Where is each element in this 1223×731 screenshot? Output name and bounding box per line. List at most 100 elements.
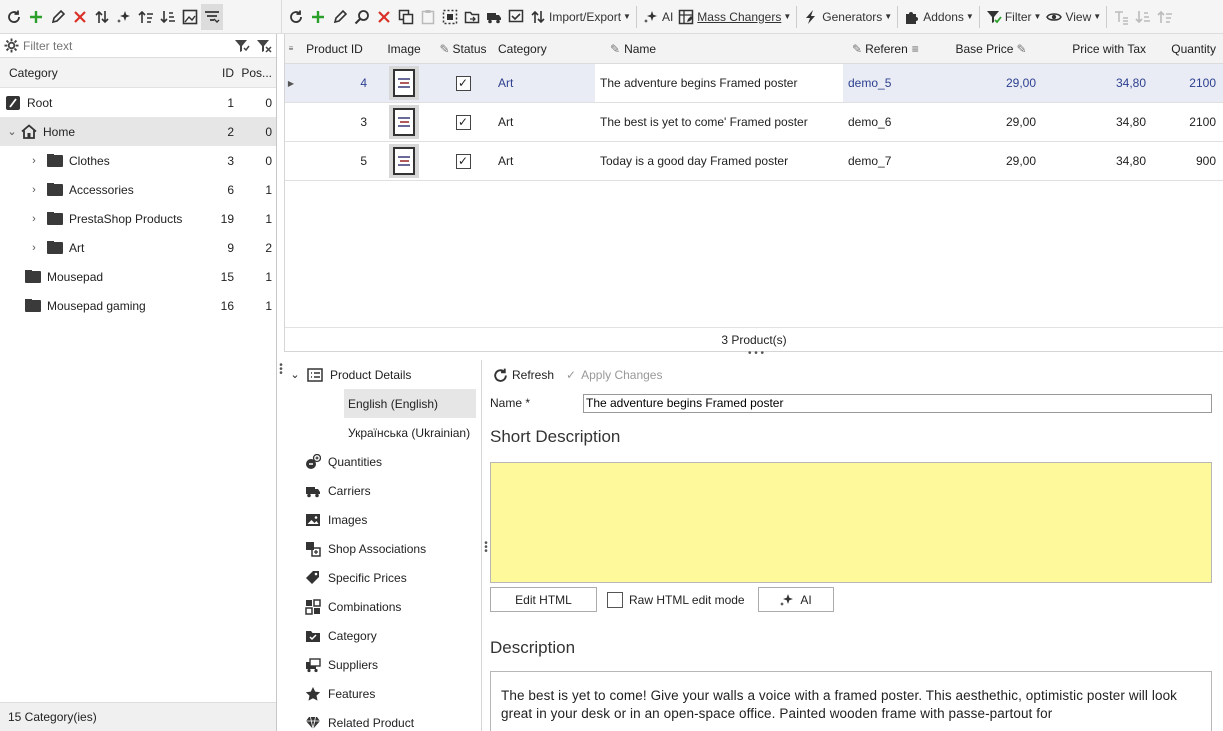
price-with-tax-column-header[interactable]: Price with Tax — [1041, 42, 1151, 56]
name-column-header[interactable]: ✎ Name — [595, 42, 843, 56]
product-category[interactable]: Art — [493, 76, 595, 90]
nav-shop-associations[interactable]: Shop Associations — [284, 534, 481, 563]
product-category[interactable]: Art — [493, 154, 595, 168]
filter-button[interactable]: Filter ▼ — [983, 4, 1044, 30]
filter-apply-icon[interactable] — [234, 39, 250, 53]
grid-refresh-button[interactable] — [285, 4, 307, 30]
move-down-disabled-button[interactable] — [1132, 4, 1154, 30]
category-row-mousepad[interactable]: Mousepad 15 1 — [0, 262, 276, 291]
ai-generate-button[interactable]: AI — [757, 587, 834, 612]
product-thumbnail[interactable] — [375, 105, 433, 139]
product-name-input[interactable] — [583, 393, 1212, 413]
nav-language-ukrainian[interactable]: Українська (Ukrainian) — [284, 418, 481, 447]
product-base-price[interactable]: 29,00 — [941, 115, 1041, 129]
status-column-header[interactable]: ✎ Status — [433, 42, 493, 56]
nav-language-english[interactable]: English (English) — [344, 389, 476, 418]
product-name[interactable]: Today is a good day Framed poster — [595, 154, 843, 168]
category-row-accessories[interactable]: › Accessories 6 1 — [0, 175, 276, 204]
filter-list-button[interactable] — [201, 3, 223, 30]
ai-menu-button[interactable]: AI — [640, 4, 675, 30]
product-base-price[interactable]: 29,00 — [941, 76, 1041, 90]
delete-button[interactable] — [69, 4, 91, 30]
grid-search-button[interactable] — [351, 4, 373, 30]
check-button[interactable] — [505, 4, 527, 30]
ai-button[interactable] — [113, 4, 135, 30]
nav-features[interactable]: Features — [284, 679, 481, 708]
nav-related-product[interactable]: Related Product — [284, 708, 481, 731]
product-thumbnail[interactable] — [375, 66, 433, 100]
category-row-root[interactable]: Root 1 0 — [0, 88, 276, 117]
product-row[interactable]: 3 ✓ Art The best is yet to come' Framed … — [285, 103, 1223, 142]
chevron-right-icon[interactable]: › — [27, 213, 41, 225]
nav-images[interactable]: Images — [284, 505, 481, 534]
shipping-button[interactable] — [483, 4, 505, 30]
select-button[interactable] — [439, 4, 461, 30]
chevron-down-icon[interactable]: ⌄ — [288, 368, 302, 381]
edit-button[interactable] — [47, 4, 69, 30]
view-button[interactable]: View ▼ — [1043, 4, 1103, 30]
product-id-column-header[interactable]: Product ID — [297, 42, 375, 56]
column-menu-icon[interactable]: ≡ — [285, 44, 297, 53]
nav-category[interactable]: Category — [284, 621, 481, 650]
status-checkbox[interactable]: ✓ — [433, 114, 493, 130]
paste-button[interactable] — [417, 4, 439, 30]
nav-suppliers[interactable]: Suppliers — [284, 650, 481, 679]
move-down-button[interactable] — [157, 4, 179, 30]
move-up-button[interactable] — [135, 4, 157, 30]
product-thumbnail[interactable] — [375, 144, 433, 178]
chevron-down-icon[interactable]: ⌄ — [5, 125, 19, 138]
gear-icon[interactable] — [4, 38, 19, 53]
quantity-column-header[interactable]: Quantity — [1151, 42, 1221, 56]
chevron-right-icon[interactable]: › — [27, 155, 41, 167]
nav-quantities[interactable]: Quantities — [284, 447, 481, 476]
move-up-disabled-button[interactable] — [1154, 4, 1176, 30]
category-row-art[interactable]: › Art 9 2 — [0, 233, 276, 262]
id-column-header[interactable]: ID — [200, 66, 240, 80]
grid-edit-button[interactable] — [329, 4, 351, 30]
product-quantity[interactable]: 2100 — [1151, 115, 1221, 129]
category-column-header[interactable]: Category — [0, 66, 200, 80]
grid-delete-button[interactable] — [373, 4, 395, 30]
product-price-with-tax[interactable]: 34,80 — [1041, 115, 1151, 129]
status-checkbox[interactable]: ✓ — [433, 153, 493, 169]
product-row[interactable]: 5 ✓ Art Today is a good day Framed poste… — [285, 142, 1223, 181]
description-editor[interactable]: The best is yet to come! Give your walls… — [490, 671, 1212, 731]
product-quantity[interactable]: 900 — [1151, 154, 1221, 168]
filter-clear-icon[interactable] — [256, 39, 272, 53]
category-filter-input[interactable] — [23, 38, 234, 53]
chevron-right-icon[interactable]: › — [27, 184, 41, 196]
duplicate-button[interactable] — [395, 4, 417, 30]
vertical-splitter-grip[interactable]: • • • — [279, 361, 283, 379]
category-row-prestashop-products[interactable]: › PrestaShop Products 19 1 — [0, 204, 276, 233]
refresh-button[interactable] — [3, 4, 25, 30]
sort-button[interactable] — [91, 4, 113, 30]
nav-specific-prices[interactable]: Specific Prices — [284, 563, 481, 592]
category-row-home[interactable]: ⌄ Home 2 0 — [0, 117, 276, 146]
apply-changes-button[interactable]: ✓ Apply Changes — [566, 368, 662, 382]
category-row-clothes[interactable]: › Clothes 3 0 — [0, 146, 276, 175]
short-description-editor[interactable] — [490, 462, 1212, 583]
position-column-header[interactable]: Pos... — [240, 66, 276, 80]
reference-column-header[interactable]: ✎ Referen ≡ — [843, 42, 941, 56]
chevron-right-icon[interactable]: › — [27, 242, 41, 254]
add-button[interactable] — [25, 4, 47, 30]
product-price-with-tax[interactable]: 34,80 — [1041, 154, 1151, 168]
product-reference[interactable]: demo_6 — [843, 115, 941, 129]
generators-button[interactable]: Generators ▼ — [800, 4, 894, 30]
horizontal-splitter-grip[interactable]: • • • — [748, 349, 764, 359]
nav-product-details[interactable]: ⌄ Product Details — [284, 360, 481, 389]
move-to-button[interactable] — [461, 4, 483, 30]
addons-button[interactable]: Addons ▼ — [901, 4, 976, 30]
nav-carriers[interactable]: Carriers — [284, 476, 481, 505]
image-column-header[interactable]: Image — [375, 42, 433, 56]
product-base-price[interactable]: 29,00 — [941, 154, 1041, 168]
grid-add-button[interactable] — [307, 4, 329, 30]
category-row-mousepad-gaming[interactable]: Mousepad gaming 16 1 — [0, 291, 276, 320]
import-export-button[interactable]: Import/Export ▼ — [527, 4, 633, 30]
product-row[interactable]: ▶ 4 ✓ Art The adventure begins Framed po… — [285, 64, 1223, 103]
edit-html-button[interactable]: Edit HTML — [490, 587, 597, 612]
status-checkbox[interactable]: ✓ — [433, 75, 493, 91]
product-category[interactable]: Art — [493, 115, 595, 129]
product-quantity[interactable]: 2100 — [1151, 76, 1221, 90]
product-reference[interactable]: demo_7 — [843, 154, 941, 168]
